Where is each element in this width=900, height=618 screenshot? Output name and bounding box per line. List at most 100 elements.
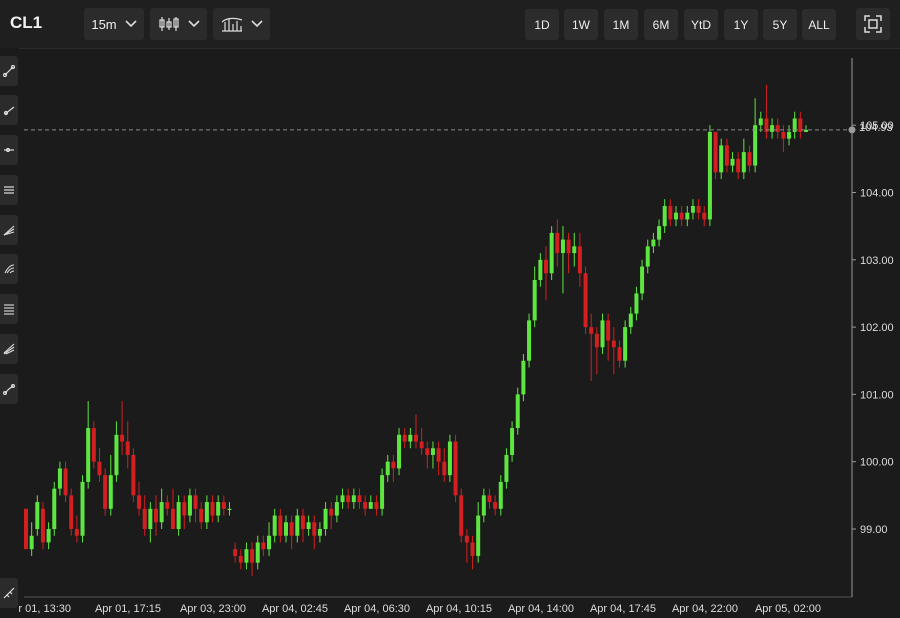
candle-body [374, 502, 379, 509]
range-1y-button[interactable]: 1Y [724, 9, 758, 40]
candle-body [696, 205, 701, 213]
candle-body [250, 549, 255, 563]
range-6m-button[interactable]: 6M [644, 9, 678, 40]
candle-body [515, 394, 520, 429]
candle-body [583, 273, 588, 328]
candle-body [261, 542, 266, 550]
interval-label: 15m [91, 16, 117, 32]
fullscreen-button[interactable] [856, 8, 890, 40]
candle-body [741, 152, 746, 173]
candle-body [758, 118, 763, 126]
fib-arc-tool[interactable] [0, 254, 18, 284]
candle-body [278, 515, 283, 536]
fib-fan-icon [3, 225, 15, 236]
candle-body [719, 145, 724, 173]
pitchfork-tool[interactable] [0, 334, 18, 364]
candle-body [103, 475, 108, 509]
candle-body [781, 131, 786, 139]
path-icon [3, 384, 15, 395]
candle-body [108, 475, 113, 509]
chart-type-dropdown[interactable] [150, 8, 207, 40]
chevron-down-icon [187, 20, 200, 28]
interval-dropdown[interactable]: 15m [84, 8, 144, 40]
candle-body [611, 340, 616, 348]
candle-body [408, 434, 413, 442]
fib-arc-icon [4, 264, 15, 274]
candle-body [544, 259, 548, 274]
candle-body [69, 495, 74, 529]
candle-body [668, 205, 673, 220]
candle-body [363, 502, 368, 509]
range-5y-button[interactable]: 5Y [763, 9, 797, 40]
candle-body [538, 259, 543, 280]
parallel-channel-icon [4, 186, 14, 194]
price-tick-label: 104.00 [860, 188, 894, 200]
candle-body [730, 158, 735, 166]
time-tick-label: Apr 04, 22:00 [672, 603, 738, 615]
candle-body [459, 495, 464, 536]
candle-body [334, 502, 339, 516]
candle-body [521, 360, 526, 395]
candle-body [24, 508, 28, 550]
candle-body [690, 205, 695, 213]
candle-body [419, 441, 424, 449]
ray-tool[interactable] [0, 95, 18, 125]
range-1d-button[interactable]: 1D [525, 9, 559, 40]
price-chart[interactable]: 99.00100.00101.00102.00103.00104.00105.0… [0, 0, 900, 618]
pitchfork-icon [3, 343, 15, 355]
horizontal-line-icon [4, 147, 14, 153]
last-price-marker [848, 126, 856, 134]
parallel-channel-tool[interactable] [0, 175, 18, 205]
candle-body [86, 428, 91, 482]
candle-body [40, 508, 45, 543]
candle-body [74, 529, 79, 536]
time-tick-label: Apr 04, 06:30 [344, 603, 410, 615]
candle-body [170, 508, 175, 529]
candle-body [464, 535, 469, 543]
trend-line-tool[interactable] [0, 56, 18, 86]
candle-body [187, 495, 192, 516]
last-price-label: 104.93 [859, 122, 893, 134]
range-1w-button[interactable]: 1W [564, 9, 598, 40]
candle-body [329, 508, 334, 516]
fib-retracement-tool[interactable] [0, 294, 18, 324]
price-tick-label: 103.00 [860, 255, 894, 267]
candle-body [577, 246, 582, 274]
candle-body [560, 239, 565, 254]
candle-body [182, 502, 187, 516]
candle-body [351, 495, 356, 503]
price-tick-label: 100.00 [860, 457, 894, 469]
fib-fan-tool[interactable] [0, 215, 18, 245]
candle-body [221, 502, 226, 509]
candle-body [131, 454, 136, 496]
candle-body [606, 320, 611, 341]
candle-body [662, 205, 667, 227]
candle-body [357, 495, 362, 503]
candle-body [317, 529, 322, 536]
candle-body [436, 448, 441, 462]
path-tool[interactable] [0, 374, 18, 404]
range-1m-button[interactable]: 1M [604, 9, 638, 40]
candle-body [368, 502, 373, 509]
drawing-toolbar [0, 48, 19, 618]
bar-chart-icon [221, 17, 242, 32]
range-ytd-button[interactable]: YtD [684, 9, 718, 40]
candle-body [35, 502, 40, 529]
indicators-dropdown[interactable] [213, 8, 270, 40]
candle-body [447, 441, 452, 476]
candle-body [555, 232, 560, 254]
horizontal-line-tool[interactable] [0, 135, 18, 165]
price-tick-label: 101.00 [860, 389, 894, 401]
candle-body [57, 468, 62, 489]
candle-body [753, 125, 758, 166]
candle-body [532, 279, 537, 321]
candle-body [267, 535, 272, 550]
candle-body [204, 502, 209, 523]
ruler-tool[interactable] [0, 578, 18, 608]
candle-body [645, 246, 650, 267]
candle-body [498, 481, 503, 509]
range-all-button[interactable]: ALL [802, 9, 836, 40]
chevron-down-icon [125, 20, 137, 28]
candle-body [572, 246, 577, 254]
candle-body [600, 320, 605, 348]
